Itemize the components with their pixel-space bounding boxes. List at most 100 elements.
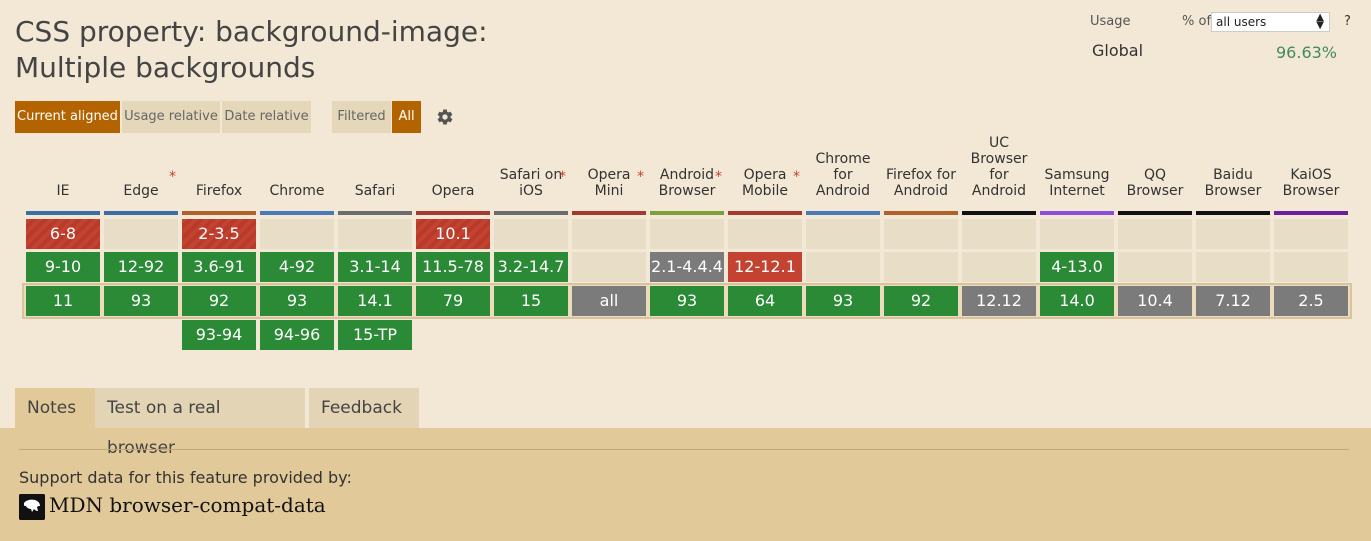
users-select[interactable]: all users ▲ ▼ [1211, 12, 1330, 32]
browser-header: Samsung Internet [1040, 145, 1114, 205]
version-cell[interactable]: 92 [182, 286, 256, 316]
mdn-browser-compat-data-link[interactable]: MDN browser-compat-data [49, 493, 326, 517]
tab-test-real-browser[interactable]: Test on a real browser [95, 388, 305, 458]
version-cell[interactable]: 64 [728, 286, 802, 316]
browser-color-bar [572, 211, 646, 215]
browser-color-bar [962, 211, 1036, 215]
browser-color-bar [1118, 211, 1192, 215]
version-cell [1274, 219, 1348, 249]
version-cell[interactable]: 11 [26, 286, 100, 316]
browser-name: Samsung Internet [1044, 167, 1110, 199]
all-button[interactable]: All [392, 101, 421, 133]
version-cell [884, 252, 958, 282]
version-cell[interactable]: 93 [260, 286, 334, 316]
browser-name: Edge [123, 183, 159, 199]
version-cell[interactable]: 3.2-14.7 [494, 252, 568, 282]
prefix-note-asterisk: * [715, 169, 722, 185]
version-cell [260, 219, 334, 249]
version-cell [962, 252, 1036, 282]
version-cell [650, 219, 724, 249]
users-select-value: all users [1216, 15, 1267, 29]
browser-header: Safari on iOS * [494, 145, 568, 205]
mdn-logo-icon [19, 494, 45, 520]
version-cell[interactable]: 7.12 [1196, 286, 1270, 316]
browser-color-bar [1196, 211, 1270, 215]
version-cell[interactable]: 10.1 [416, 219, 490, 249]
version-cell[interactable]: 92 [884, 286, 958, 316]
version-cell[interactable]: all [572, 286, 646, 316]
browser-header: Edge * [104, 145, 178, 205]
tab-notes[interactable]: Notes [15, 388, 95, 428]
version-cell[interactable]: 2-3.5 [182, 219, 256, 249]
browser-name: Safari [354, 183, 396, 199]
version-cell[interactable]: 3.6-91 [182, 252, 256, 282]
browser-color-bar [182, 211, 256, 215]
usage-panel: Usage % of all users ▲ ▼ ? Global 96.63% [1090, 12, 1360, 72]
version-cell[interactable]: 9-10 [26, 252, 100, 282]
browser-header: Chrome for Android [806, 145, 880, 205]
version-cell[interactable]: 15-TP [338, 320, 412, 350]
version-cell[interactable]: 93 [806, 286, 880, 316]
version-cell[interactable]: 3.1-14 [338, 252, 412, 282]
browser-name: Opera [431, 183, 475, 199]
gear-icon[interactable] [436, 108, 454, 126]
version-cell[interactable]: 15 [494, 286, 568, 316]
browser-name: KaiOS Browser [1282, 167, 1340, 199]
version-cell [806, 219, 880, 249]
version-cell[interactable]: 94-96 [260, 320, 334, 350]
browser-color-bar [806, 211, 880, 215]
browser-color-bar [26, 211, 100, 215]
help-link[interactable]: ? [1344, 14, 1351, 29]
browser-color-bar [728, 211, 802, 215]
page-title: CSS property: background-image: Multiple… [15, 15, 488, 84]
version-cell[interactable]: 12-92 [104, 252, 178, 282]
browser-name: Android Browser [658, 167, 716, 199]
version-cell[interactable]: 14.1 [338, 286, 412, 316]
version-cell[interactable]: 4-13.0 [1040, 252, 1114, 282]
version-cell[interactable]: 12.12 [962, 286, 1036, 316]
browser-name: Opera Mini [587, 167, 631, 199]
version-cell[interactable]: 12-12.1 [728, 252, 802, 282]
browser-header: Opera Mini * [572, 145, 646, 205]
version-cell[interactable]: 10.4 [1118, 286, 1192, 316]
browser-color-bar [260, 211, 334, 215]
filtered-button[interactable]: Filtered [332, 101, 391, 133]
version-cell[interactable]: 93 [104, 286, 178, 316]
version-cell[interactable]: 2.5 [1274, 286, 1348, 316]
pct-of-label: % of [1182, 14, 1212, 29]
tab-feedback[interactable]: Feedback [309, 388, 419, 428]
browser-color-bar [884, 211, 958, 215]
version-cell[interactable]: 6-8 [26, 219, 100, 249]
version-cell [1274, 252, 1348, 282]
browser-name: Baidu Browser [1204, 167, 1262, 199]
version-cell[interactable]: 4-92 [260, 252, 334, 282]
browser-name: Firefox [195, 183, 243, 199]
provided-by-text: Support data for this feature provided b… [19, 468, 352, 487]
browser-color-bar [494, 211, 568, 215]
browser-name: Chrome [269, 183, 325, 199]
browser-color-bar [338, 211, 412, 215]
usage-relative-button[interactable]: Usage relative [122, 101, 220, 133]
browser-color-bar [1274, 211, 1348, 215]
current-aligned-button[interactable]: Current aligned [15, 101, 120, 133]
global-usage-value: 96.63% [1276, 43, 1338, 62]
version-cell [962, 219, 1036, 249]
browser-header: Firefox [182, 145, 256, 205]
version-cell[interactable]: 93 [650, 286, 724, 316]
version-cell[interactable]: 93-94 [182, 320, 256, 350]
version-cell[interactable]: 79 [416, 286, 490, 316]
browser-header: Android Browser * [650, 145, 724, 205]
browser-color-bar [650, 211, 724, 215]
browser-name: Safari on iOS [499, 167, 563, 199]
version-cell [1196, 219, 1270, 249]
version-cell [728, 219, 802, 249]
version-cell[interactable]: 11.5-78 [416, 252, 490, 282]
browser-header: IE [26, 145, 100, 205]
version-cell[interactable]: 14.0 [1040, 286, 1114, 316]
browser-header: Safari [338, 145, 412, 205]
version-cell[interactable]: 2.1-4.4.4 [650, 252, 724, 282]
prefix-note-asterisk: * [637, 169, 644, 185]
browser-name: UC Browser for Android [970, 135, 1028, 199]
browser-color-bar [1040, 211, 1114, 215]
date-relative-button[interactable]: Date relative [222, 101, 311, 133]
